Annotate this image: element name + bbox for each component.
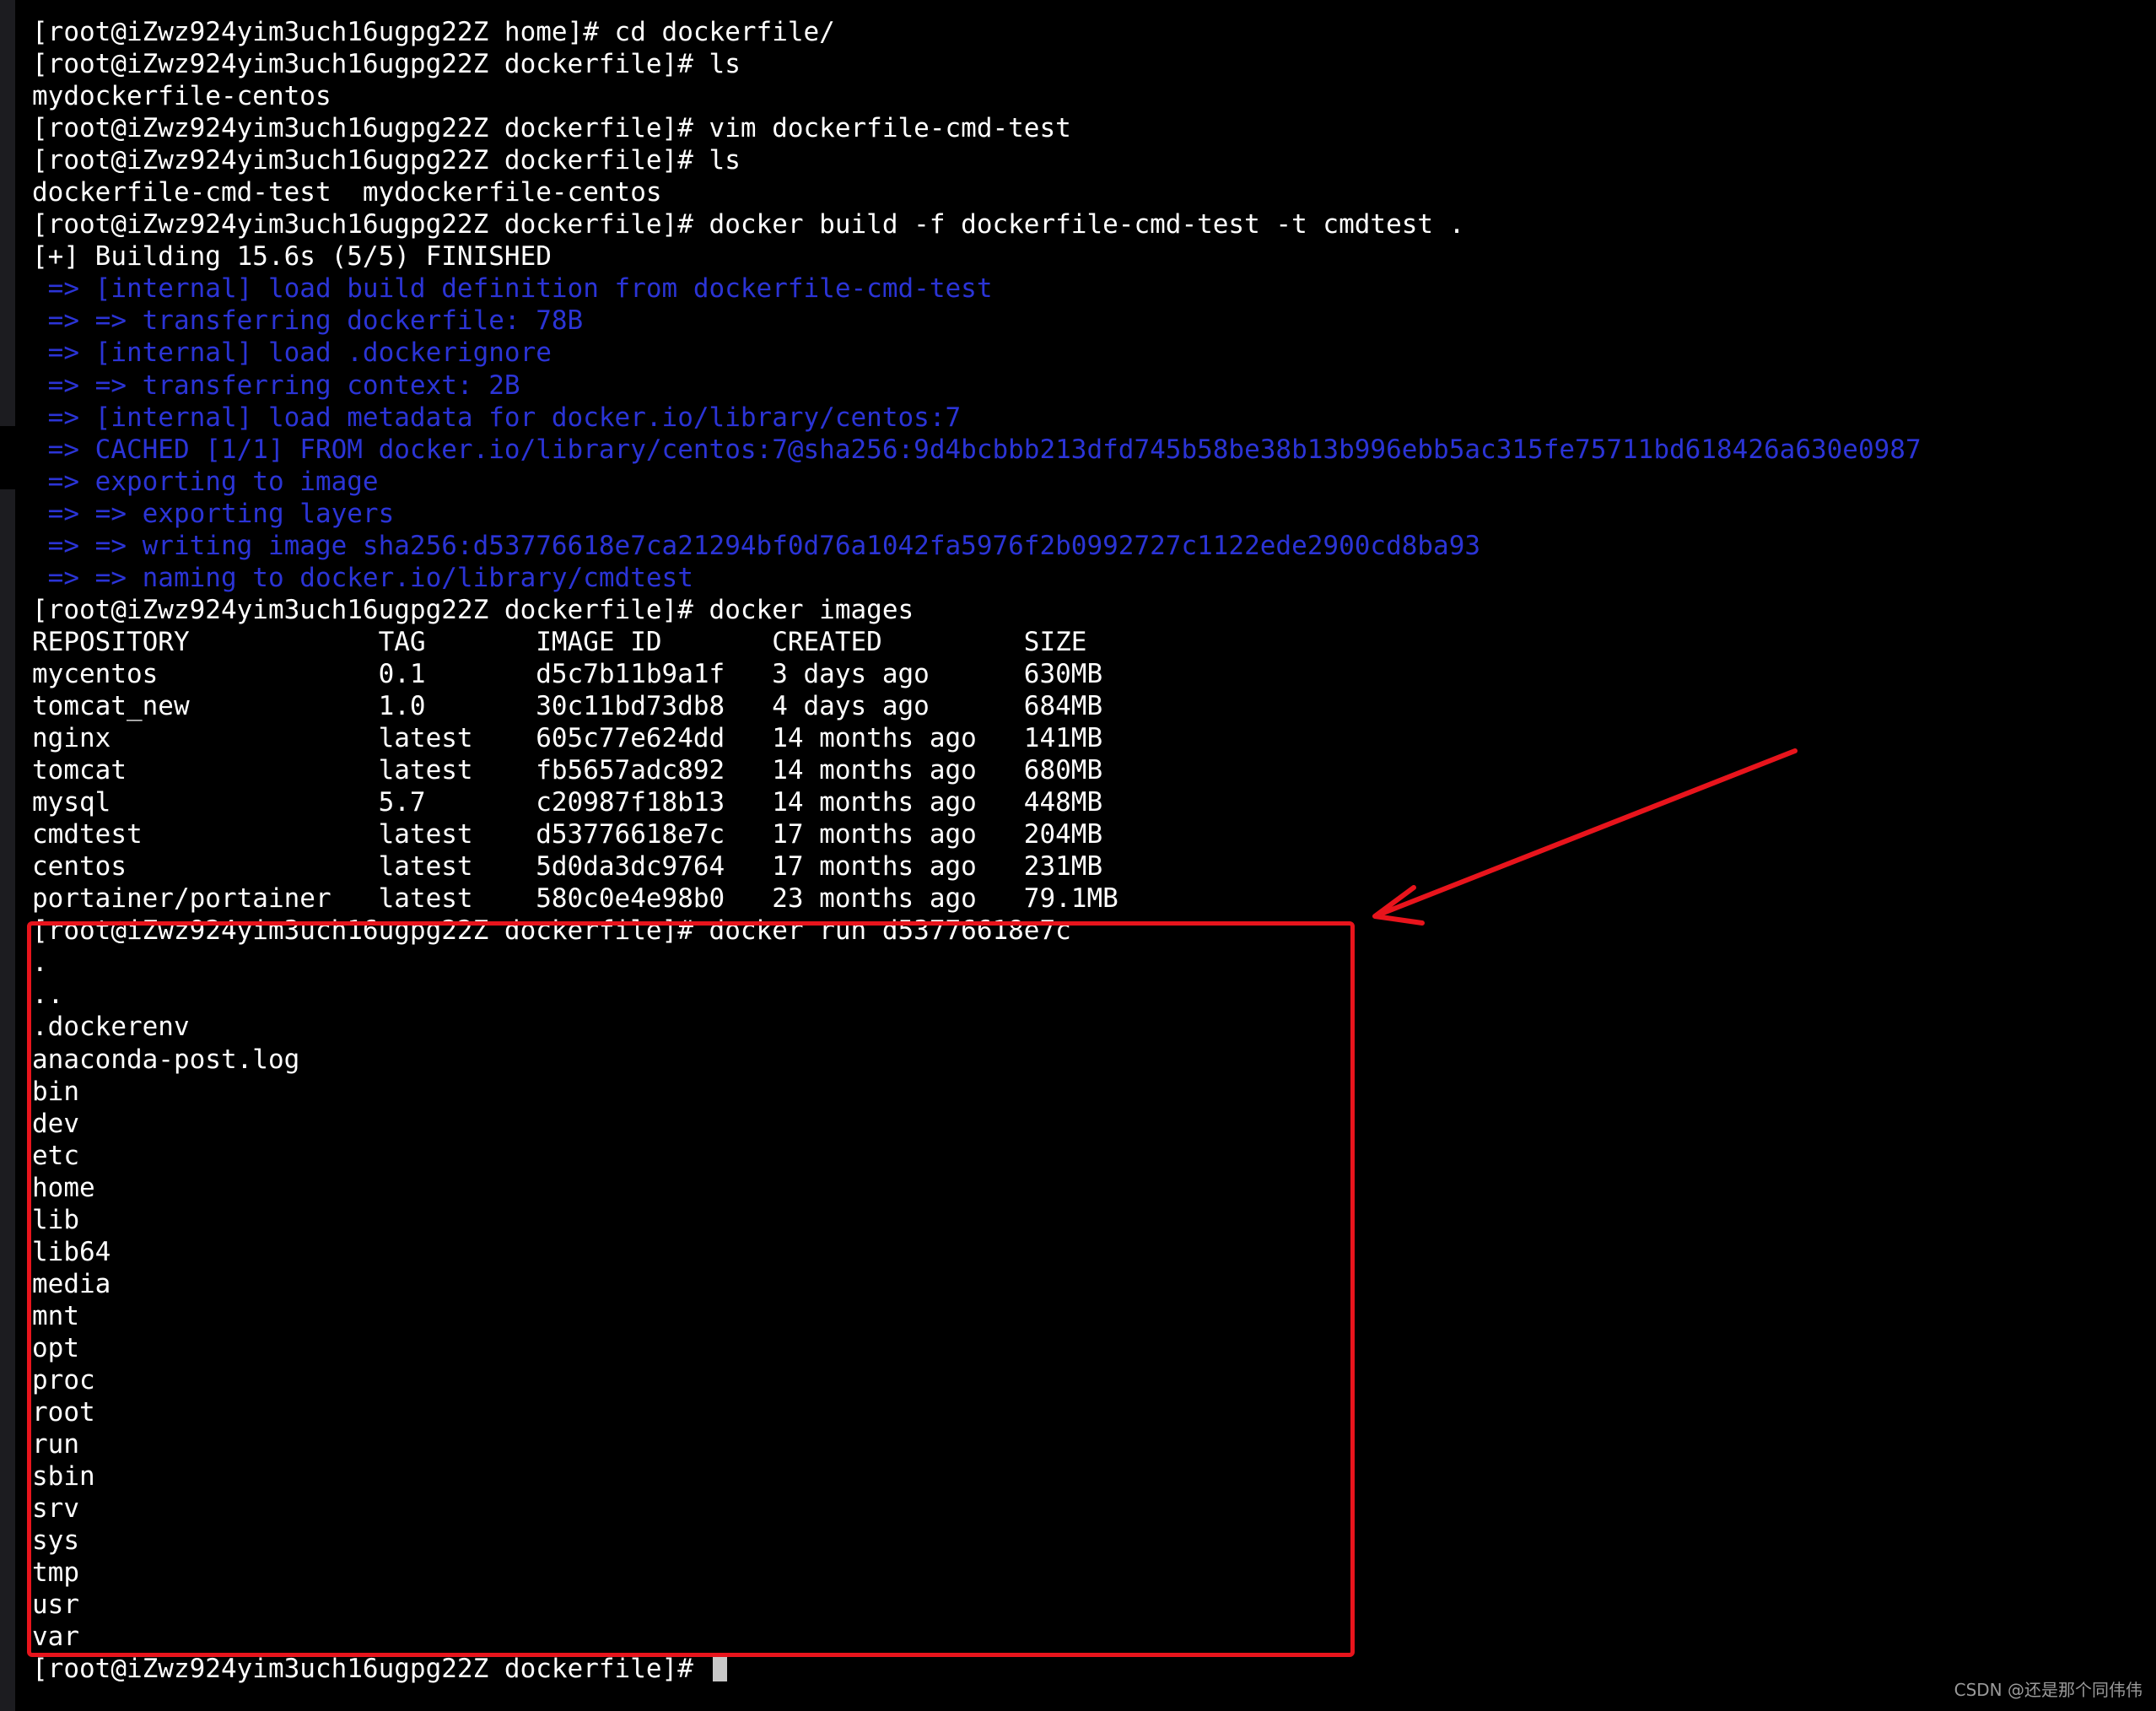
terminal-line: lib: [32, 1204, 79, 1235]
terminal-line: sys: [32, 1525, 79, 1557]
terminal-line: lib64: [32, 1236, 111, 1267]
terminal-line: proc: [32, 1364, 95, 1395]
terminal-line: portainer/portainer latest 580c0e4e98b0 …: [32, 883, 1118, 915]
terminal-line: opt: [32, 1332, 79, 1363]
terminal-line: => => transferring dockerfile: 78B: [32, 305, 584, 337]
terminal-line: => => naming to docker.io/library/cmdtes…: [32, 562, 693, 593]
terminal-line: => [internal] load metadata for docker.i…: [32, 402, 962, 433]
terminal-line: usr: [32, 1590, 79, 1621]
terminal-line: => CACHED [1/1] FROM docker.io/library/c…: [32, 434, 1922, 465]
terminal-line: nginx latest 605c77e624dd 14 months ago …: [32, 723, 1103, 754]
terminal-line: => [internal] load .dockerignore: [32, 337, 552, 369]
terminal-line: [root@iZwz924yim3uch16ugpg22Z dockerfile…: [32, 915, 1071, 947]
terminal-line: dockerfile-cmd-test mydockerfile-centos: [32, 177, 662, 208]
terminal-line: ..: [32, 980, 64, 1011]
terminal-cursor: [712, 1654, 727, 1682]
terminal-line: mnt: [32, 1300, 79, 1331]
terminal-line: [+] Building 15.6s (5/5) FINISHED: [32, 241, 552, 273]
terminal-line: [root@iZwz924yim3uch16ugpg22Z dockerfile…: [32, 145, 741, 176]
terminal-line: [root@iZwz924yim3uch16ugpg22Z dockerfile…: [32, 49, 741, 80]
terminal-output[interactable]: [root@iZwz924yim3uch16ugpg22Z home]# cd …: [32, 16, 2132, 1685]
terminal-prompt-line[interactable]: [root@iZwz924yim3uch16ugpg22Z dockerfile…: [32, 1653, 2132, 1685]
window-edge-top: [0, 0, 15, 426]
terminal-line: => exporting to image: [32, 466, 379, 497]
terminal-line: tomcat latest fb5657adc892 14 months ago…: [32, 755, 1103, 786]
terminal-line: home: [32, 1172, 95, 1203]
terminal-line: [root@iZwz924yim3uch16ugpg22Z dockerfile…: [32, 594, 914, 625]
terminal-line: mycentos 0.1 d5c7b11b9a1f 3 days ago 630…: [32, 658, 1103, 689]
terminal-line: => [internal] load build definition from…: [32, 273, 993, 305]
terminal-line: [root@iZwz924yim3uch16ugpg22Z home]# cd …: [32, 17, 835, 47]
terminal-line: root: [32, 1397, 95, 1428]
terminal-line: tomcat_new 1.0 30c11bd73db8 4 days ago 6…: [32, 690, 1103, 721]
terminal-line: mysql 5.7 c20987f18b13 14 months ago 448…: [32, 787, 1103, 818]
terminal-line: sbin: [32, 1461, 95, 1492]
terminal-line: anaconda-post.log: [32, 1044, 300, 1075]
terminal-prompt: [root@iZwz924yim3uch16ugpg22Z dockerfile…: [32, 1654, 709, 1685]
terminal-line: mydockerfile-centos: [32, 81, 331, 112]
terminal-line: => => exporting layers: [32, 498, 395, 529]
terminal-lines: [root@iZwz924yim3uch16ugpg22Z home]# cd …: [32, 16, 2132, 1653]
terminal-line: => => transferring context: 2B: [32, 370, 520, 401]
terminal-line: etc: [32, 1140, 79, 1171]
terminal-line: var: [32, 1622, 79, 1653]
terminal-line: run: [32, 1429, 79, 1460]
terminal-line: dev: [32, 1108, 79, 1139]
terminal-line: tmp: [32, 1557, 79, 1589]
terminal-line: bin: [32, 1076, 79, 1107]
terminal-line: centos latest 5d0da3dc9764 17 months ago…: [32, 851, 1103, 882]
terminal-line: .dockerenv: [32, 1012, 190, 1043]
terminal-line: cmdtest latest d53776618e7c 17 months ag…: [32, 819, 1103, 850]
terminal-line: srv: [32, 1493, 79, 1525]
terminal-line: .: [32, 947, 48, 979]
watermark: CSDN @还是那个同伟伟: [1954, 1680, 2143, 1700]
terminal-line: => => writing image sha256:d53776618e7ca…: [32, 530, 1481, 561]
terminal-line: [root@iZwz924yim3uch16ugpg22Z dockerfile…: [32, 113, 1071, 144]
terminal-line: REPOSITORY TAG IMAGE ID CREATED SIZE: [32, 626, 1087, 657]
terminal-line: [root@iZwz924yim3uch16ugpg22Z dockerfile…: [32, 209, 1465, 240]
terminal-line: media: [32, 1268, 111, 1299]
window-edge-bottom: [0, 489, 15, 1711]
